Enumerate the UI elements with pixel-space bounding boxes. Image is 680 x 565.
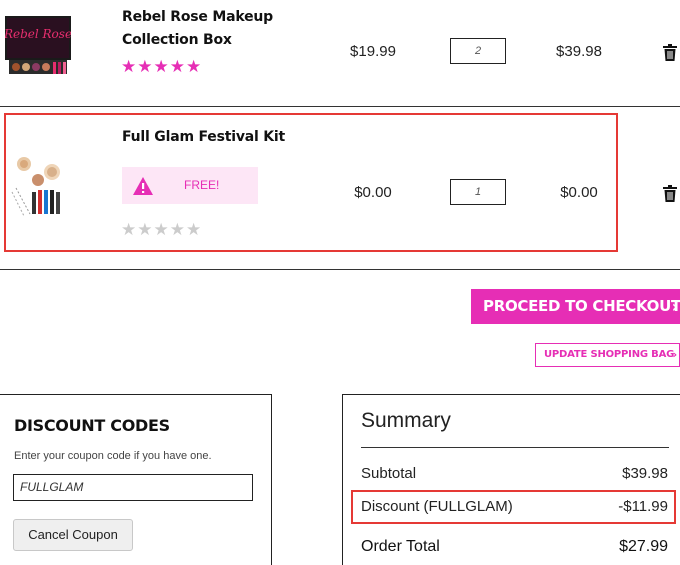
line-total: $39.98	[556, 43, 602, 60]
cancel-coupon-button[interactable]: Cancel Coupon	[13, 519, 133, 551]
checkout-label[interactable]: PROCEED TO CHECKOUT	[483, 297, 680, 315]
order-total-value: $27.99	[619, 538, 668, 555]
subtotal-label: Subtotal	[361, 465, 417, 482]
chevron-right-icon: ›	[672, 348, 678, 361]
product-name-line[interactable]: Rebel Rose Makeup	[122, 6, 273, 29]
quantity-input[interactable]: 2	[450, 38, 506, 64]
star-icon: ★	[186, 57, 203, 76]
highlight-box-free-item	[4, 113, 618, 252]
star-icon: ★	[169, 57, 186, 76]
star-icon: ★	[121, 57, 138, 76]
unit-price: $19.99	[350, 43, 396, 60]
summary-title: Summary	[361, 409, 451, 432]
summary-divider	[361, 447, 669, 448]
order-total-label: Order Total	[361, 538, 440, 555]
proceed-to-checkout-button[interactable]: PROCEED TO CHECKOUT ›	[471, 289, 680, 324]
star-icon: ★	[153, 57, 170, 76]
row-divider	[0, 269, 680, 270]
product-image-rebel-rose[interactable]: Rebel Rose	[5, 16, 71, 76]
update-label[interactable]: UPDATE SHOPPING BAG	[544, 349, 674, 360]
product-name-line[interactable]: Collection Box	[122, 29, 273, 52]
highlight-box-discount	[351, 490, 676, 524]
update-shopping-bag-button[interactable]: UPDATE SHOPPING BAG ›	[535, 343, 680, 367]
coupon-code-input[interactable]: FULLGLAM	[13, 474, 253, 501]
product-name[interactable]: Rebel Rose Makeup Collection Box	[122, 6, 273, 52]
product-image-label: Rebel Rose	[5, 27, 71, 41]
discount-codes-title: DISCOUNT CODES	[14, 416, 170, 435]
subtotal-value: $39.98	[622, 465, 668, 482]
rating-stars-full: ★★★★★	[121, 58, 202, 76]
star-icon: ★	[137, 57, 154, 76]
discount-codes-subtitle: Enter your coupon code if you have one.	[14, 450, 212, 462]
row-divider	[0, 106, 680, 107]
chevron-right-icon: ›	[671, 297, 679, 316]
trash-icon[interactable]	[663, 44, 677, 61]
trash-icon[interactable]	[663, 185, 677, 202]
